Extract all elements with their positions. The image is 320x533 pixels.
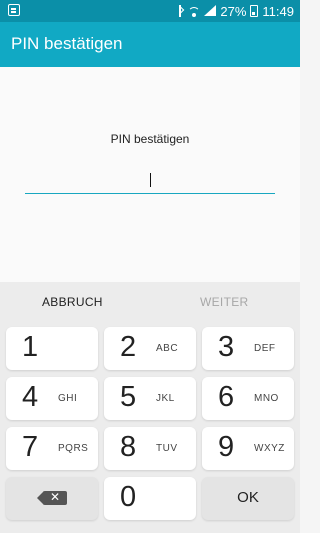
action-bar: ABBRUCH WEITER — [0, 282, 300, 322]
key-0[interactable]: 0 — [104, 477, 196, 520]
key-2[interactable]: 2 ABC — [104, 327, 196, 370]
key-5[interactable]: 5 JKL — [104, 377, 196, 420]
ok-label: OK — [237, 489, 259, 506]
key-1[interactable]: 1 — [6, 327, 98, 370]
key-number: 4 — [22, 381, 39, 413]
key-number: 3 — [218, 331, 235, 363]
key-9[interactable]: 9 WXYZ — [202, 427, 294, 470]
key-letters: JKL — [156, 393, 175, 404]
backspace-icon: ✕ — [37, 490, 71, 505]
key-number: 9 — [218, 431, 235, 463]
key-letters: WXYZ — [254, 443, 285, 454]
ok-button[interactable]: OK — [202, 477, 294, 520]
key-number: 7 — [22, 431, 39, 463]
key-letters: MNO — [254, 393, 279, 404]
battery-percent: 27% — [220, 3, 247, 19]
key-3[interactable]: 3 DEF — [202, 327, 294, 370]
key-number: 0 — [120, 481, 137, 513]
key-4[interactable]: 4 GHI — [6, 377, 98, 420]
key-8[interactable]: 8 TUV — [104, 427, 196, 470]
key-6[interactable]: 6 MNO — [202, 377, 294, 420]
status-bar: 27% 11:49 — [0, 0, 300, 22]
key-number: 1 — [22, 331, 39, 363]
pin-input[interactable] — [25, 168, 275, 194]
pin-field-label: PIN bestätigen — [110, 132, 190, 146]
battery-icon — [250, 5, 259, 17]
numeric-keypad: 1 2 ABC 3 DEF 4 GHI 5 JKL 6 MNO 7 PQRS 8… — [0, 322, 300, 533]
key-letters: PQRS — [58, 443, 89, 454]
key-number: 2 — [120, 331, 137, 363]
continue-button[interactable]: WEITER — [200, 295, 248, 309]
key-number: 5 — [120, 381, 137, 413]
notification-icon — [8, 4, 20, 16]
key-7[interactable]: 7 PQRS — [6, 427, 98, 470]
pin-entry-area: PIN bestätigen — [0, 67, 300, 282]
status-icons: 27% 11:49 — [176, 2, 294, 20]
key-number: 6 — [218, 381, 235, 413]
key-letters: ABC — [156, 343, 179, 354]
key-number: 8 — [120, 431, 137, 463]
key-letters: DEF — [254, 343, 276, 354]
key-letters: GHI — [58, 393, 78, 404]
clock: 11:49 — [262, 3, 294, 19]
key-letters: TUV — [156, 443, 178, 454]
signal-icon — [204, 5, 217, 17]
app-bar: PIN bestätigen — [0, 22, 300, 67]
wifi-icon — [188, 5, 201, 17]
page-title: PIN bestätigen — [11, 34, 123, 53]
bluetooth-icon — [176, 5, 184, 17]
cancel-button[interactable]: ABBRUCH — [42, 295, 103, 309]
backspace-key[interactable]: ✕ — [6, 477, 98, 520]
text-cursor — [150, 173, 151, 187]
